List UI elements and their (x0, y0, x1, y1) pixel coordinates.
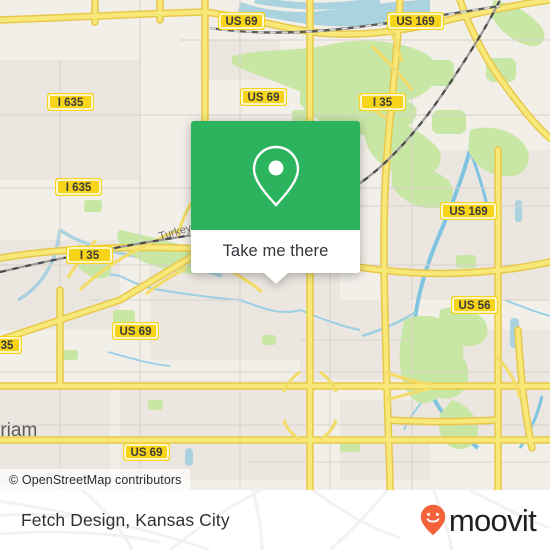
highway-shield-label: US 69 (120, 326, 152, 338)
highway-shield-label: US 56 (459, 300, 491, 312)
highway-shield-us-69-bottom: US 69 (123, 443, 170, 461)
highway-shield-label: US 69 (226, 16, 258, 28)
highway-shield-label: I 35 (373, 97, 393, 109)
highway-shield-label: US 169 (449, 206, 487, 218)
highway-shield-label: I 635 (66, 182, 92, 194)
highway-shield-us-69-mid: US 69 (112, 322, 159, 340)
callout-tail (263, 273, 288, 284)
highway-shield-us-69-upper-mid: US 69 (240, 88, 287, 106)
highway-shield-i-635-lower: I 635 (55, 178, 102, 196)
highway-shield-label: US 69 (131, 447, 163, 459)
highway-shield-label: I 635 (58, 97, 84, 109)
highway-shield-us-56-right: US 56 (451, 296, 498, 314)
highway-shield-us-169-right: US 169 (440, 202, 497, 220)
moovit-wordmark: moovit (448, 502, 537, 538)
highway-shield-us-69-top: US 69 (218, 12, 265, 30)
highway-shield-label: US 69 (248, 92, 280, 104)
osm-attribution[interactable]: © OpenStreetMap contributors (0, 469, 190, 490)
moovit-logo[interactable]: moovit (420, 490, 537, 550)
place-title: Fetch Design, Kansas City (21, 509, 230, 530)
callout-action-panel[interactable]: Take me there (191, 230, 360, 284)
moovit-map-screen: Turkey rriam US 69US 169I 635US 69I 35I … (0, 0, 550, 550)
highway-shield-label: I 35 (80, 250, 100, 262)
callout-pin-panel (191, 121, 360, 230)
highway-shield-i-35-top-right: I 35 (359, 93, 406, 111)
highway-shield-i-635-upper: I 635 (47, 93, 94, 111)
highway-shield-label: 35 (1, 340, 14, 352)
map-pin-icon (252, 145, 299, 207)
moovit-pin-icon (420, 504, 446, 536)
highway-shield-us-169-top: US 169 (387, 12, 444, 30)
highway-shield-i-35-edge-left: 35 (0, 336, 22, 354)
footer-bar: Fetch Design, Kansas City moovit (0, 490, 550, 550)
take-me-there-label: Take me there (222, 242, 329, 260)
highway-shield-i-35-mid-left: I 35 (66, 246, 113, 264)
take-me-there-callout[interactable]: Take me there (191, 121, 360, 284)
highway-shield-label: US 169 (396, 16, 434, 28)
